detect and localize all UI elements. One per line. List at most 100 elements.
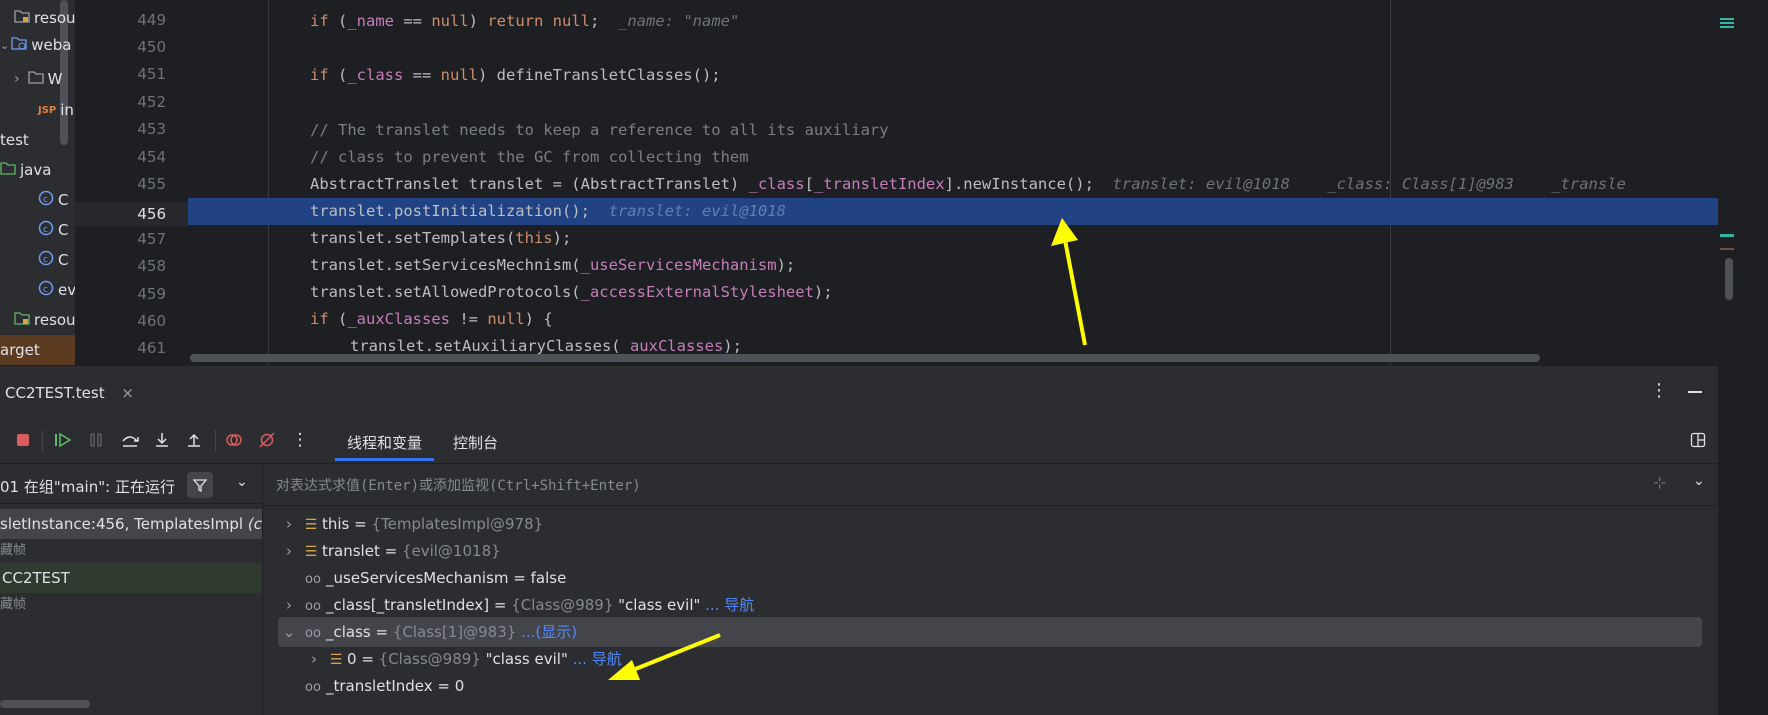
chevron-right-icon[interactable]: ›: [278, 590, 300, 620]
line-number: 461: [137, 339, 166, 357]
line-number: 452: [137, 93, 166, 111]
tree-item-class-2[interactable]: c C: [38, 215, 68, 245]
code-line-459: translet.setAllowedProtocols(_accessExte…: [310, 283, 833, 301]
inline-hint: translet: evil@1018: [608, 202, 786, 220]
navigate-link[interactable]: ... 导航: [568, 650, 622, 668]
code-editor[interactable]: if (_name == null) return null; _name: "…: [188, 0, 1718, 365]
inline-hint: translet: evil@1018: [1112, 175, 1290, 193]
ide-window: resou ⌄ weba › W JSP in test java c C c: [0, 0, 1768, 715]
line-number: 457: [137, 230, 166, 248]
tree-item-index-jsp[interactable]: JSP in: [38, 95, 74, 125]
chevron-down-icon[interactable]: ⌄: [0, 39, 9, 52]
line-number-current: 456: [137, 205, 166, 223]
chevron-down-icon[interactable]: ⌄: [278, 617, 300, 647]
resume-icon[interactable]: [53, 430, 73, 450]
chevron-down-icon[interactable]: ⌄: [1693, 473, 1705, 489]
tree-item-resources[interactable]: resou: [14, 3, 75, 33]
show-link[interactable]: ...(显示): [516, 623, 577, 641]
inline-hint: _class: Class[1]@983: [1327, 175, 1514, 193]
code-line-453: // The translet needs to keep a referenc…: [310, 121, 889, 139]
web-folder-icon: [11, 36, 27, 54]
editor-gutter[interactable]: 449 450 451 452 453 454 455 456 457 458 …: [75, 0, 188, 365]
editor-vertical-scrollbar[interactable]: [1725, 258, 1733, 300]
tree-item-test[interactable]: test: [0, 125, 29, 155]
mute-breakpoints-icon[interactable]: [257, 430, 277, 450]
line-number: 454: [137, 148, 166, 166]
tree-item-java[interactable]: java: [0, 155, 51, 185]
more-options-icon[interactable]: ⋮: [290, 430, 310, 450]
chevron-right-icon[interactable]: ›: [278, 536, 300, 566]
pause-icon[interactable]: [86, 430, 106, 450]
navigate-link[interactable]: ... 导航: [700, 596, 754, 614]
line-number: 460: [137, 312, 166, 330]
debug-session-tabbar: CC2TEST.test × ⋮: [0, 365, 1718, 418]
line-number: 459: [137, 285, 166, 303]
frames-panel: 01 在组"main": 正在运行 ⌄ sletInstance:456, Te…: [0, 464, 263, 715]
frame-item-selected[interactable]: sletInstance:456, TemplatesImpl (co: [0, 509, 262, 539]
svg-text:c: c: [43, 195, 48, 205]
tree-item-target[interactable]: arget: [0, 335, 75, 365]
step-out-icon[interactable]: [184, 430, 204, 450]
close-icon[interactable]: ×: [121, 384, 134, 402]
variable-row-use-services-mechanism[interactable]: oo _useServicesMechanism = false: [278, 563, 566, 593]
variables-panel: 对表达式求值(Enter)或添加监视(Ctrl+Shift+Enter) ⊹ ⌄…: [263, 464, 1718, 715]
variable-row-class-translet-index[interactable]: › oo _class[_transletIndex] = {Class@989} …: [278, 590, 754, 620]
folder-icon: [27, 70, 44, 88]
code-line-455: AbstractTranslet translet = (AbstractTra…: [310, 175, 1626, 193]
line-number: 458: [137, 257, 166, 275]
frame-item-hidden[interactable]: 藏帧: [0, 536, 262, 566]
chevron-right-icon[interactable]: ›: [303, 644, 325, 674]
class-icon: c: [38, 280, 54, 300]
frames-scrollbar[interactable]: [0, 700, 90, 708]
chevron-right-icon[interactable]: ›: [278, 509, 300, 539]
thread-selector[interactable]: 01 在组"main": 正在运行 ⌄: [0, 468, 262, 504]
class-icon: c: [38, 190, 54, 210]
tab-threads-variables[interactable]: 线程和变量: [334, 432, 435, 461]
svg-text:c: c: [43, 255, 48, 265]
stop-icon[interactable]: [13, 430, 33, 450]
evaluate-expression-bar[interactable]: 对表达式求值(Enter)或添加监视(Ctrl+Shift+Enter) ⊹ ⌄: [263, 464, 1718, 506]
tree-item-webinf[interactable]: › W: [14, 64, 62, 94]
tree-item-test-resources[interactable]: resou: [14, 305, 75, 335]
variable-row-translet-index[interactable]: oo _transletIndex = 0: [278, 671, 464, 701]
tree-item-webapp[interactable]: ⌄ weba: [0, 30, 71, 60]
minimize-icon[interactable]: [1688, 391, 1702, 393]
project-tree[interactable]: resou ⌄ weba › W JSP in test java c C c: [0, 0, 75, 365]
variable-row-translet[interactable]: › ☰ translet = {evil@1018}: [278, 536, 501, 566]
layout-settings-icon[interactable]: [1688, 430, 1708, 450]
chevron-down-icon[interactable]: ⌄: [236, 474, 248, 490]
debug-tool-window: CC2TEST.test × ⋮ ⋮ 线程和变量 控制台 01 在组"main"…: [0, 365, 1718, 715]
class-icon: c: [38, 220, 54, 240]
tab-console[interactable]: 控制台: [453, 432, 498, 453]
tree-item-class-1[interactable]: c C: [38, 185, 68, 215]
variable-row-class-element-0[interactable]: › ☰ 0 = {Class@989} "class evil" ... 导航: [303, 644, 622, 674]
code-line-456-execution-point: translet.postInitialization(); translet:…: [188, 198, 1718, 225]
code-line-451: if (_class == null) defineTransletClasse…: [310, 66, 721, 84]
code-line-460: if (_auxClasses != null) {: [310, 310, 553, 328]
variable-row-this[interactable]: › ☰ this = {TemplatesImpl@978}: [278, 509, 543, 539]
more-options-icon[interactable]: ⋮: [1650, 380, 1668, 401]
step-into-icon[interactable]: [152, 430, 172, 450]
stripe-marker: [1720, 248, 1734, 250]
editor-error-stripe[interactable]: [1718, 0, 1768, 365]
tree-item-class-3[interactable]: c C: [38, 245, 68, 275]
filter-icon[interactable]: [187, 472, 213, 498]
variable-row-class-expanded[interactable]: ⌄ oo _class = {Class[1]@983} ...(显示): [278, 617, 1702, 647]
test-folder-icon: [0, 161, 16, 179]
tree-item-class-evil[interactable]: c ev: [38, 275, 75, 305]
indent-guide: [268, 0, 269, 365]
debug-session-tab[interactable]: CC2TEST.test ×: [5, 384, 134, 402]
code-line-454: // class to prevent the GC from collecti…: [310, 148, 749, 166]
reader-mode-icon[interactable]: [1720, 18, 1734, 20]
svg-text:c: c: [43, 285, 48, 295]
editor-horizontal-scrollbar[interactable]: [190, 354, 1540, 362]
inline-hint: _transle: [1551, 175, 1626, 193]
step-over-icon[interactable]: [120, 430, 140, 450]
add-watch-icon[interactable]: ⊹: [1653, 473, 1666, 492]
chevron-right-icon[interactable]: ›: [14, 71, 20, 87]
view-breakpoints-icon[interactable]: [224, 430, 244, 450]
frame-item-cc2test[interactable]: CC2TEST: [0, 563, 262, 593]
frame-item-hidden[interactable]: 藏帧: [0, 590, 262, 620]
line-number: 450: [137, 38, 166, 56]
class-icon: c: [38, 250, 54, 270]
